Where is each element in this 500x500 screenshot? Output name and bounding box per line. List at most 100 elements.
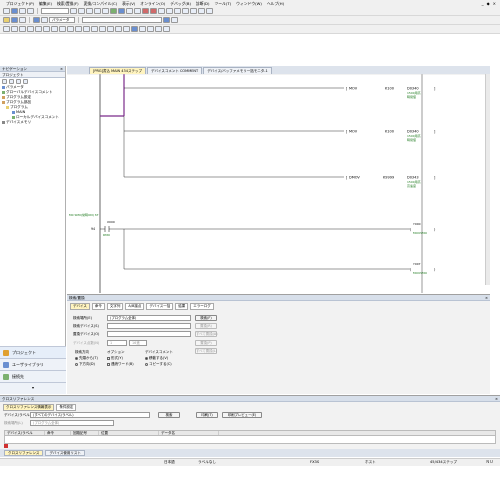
menu-view[interactable]: 表示(V) xyxy=(122,1,135,7)
rung1-instr[interactable]: MOV xyxy=(349,87,358,91)
vline-icon[interactable] xyxy=(59,26,66,32)
col-symbol[interactable]: 回路記号 xyxy=(71,431,99,435)
undo-icon[interactable] xyxy=(94,8,101,14)
paste-icon[interactable] xyxy=(86,8,93,14)
copy-icon[interactable] xyxy=(78,8,85,14)
parallel-a-icon[interactable] xyxy=(19,26,26,32)
folder-icon[interactable] xyxy=(3,17,10,23)
ladder-diagram[interactable]: [ MOV K100 D0340 1500用高 時間値 ] [ MOV K100… xyxy=(67,73,485,293)
falling-icon[interactable] xyxy=(91,26,98,32)
menu-help[interactable]: ヘルプ(H) xyxy=(267,1,284,7)
menu-tool[interactable]: ツール(T) xyxy=(214,1,231,7)
menu-online[interactable]: オンライン(O) xyxy=(140,1,165,7)
layout-icon[interactable] xyxy=(19,17,26,23)
ladder-canvas[interactable]: [ MOV K100 D0340 1500用高 時間値 ] [ MOV K100… xyxy=(67,73,490,293)
toolbar-dropdown[interactable] xyxy=(41,8,69,14)
menu-convert[interactable]: 変換/コンパイル(C) xyxy=(84,1,117,7)
nav-more-icon[interactable]: ▾ xyxy=(0,382,66,394)
tab-cross-reference[interactable]: クロスリファレンス xyxy=(4,450,44,456)
restore-button[interactable]: ◆ xyxy=(487,1,490,6)
replace-device-input[interactable] xyxy=(107,331,191,337)
count-radix-select[interactable]: 16進 xyxy=(129,340,147,346)
xref-close-icon[interactable]: × xyxy=(495,396,498,402)
window-icon[interactable] xyxy=(11,17,18,23)
open-icon[interactable] xyxy=(11,8,18,14)
editor-vertical-scrollbar[interactable] xyxy=(485,74,490,285)
tab-device-monitor[interactable]: デバイス/バッファメモリ一括モニタ-1 xyxy=(203,67,272,74)
toolbar-dropdown-2[interactable] xyxy=(82,17,162,23)
menu-find-replace[interactable]: 検索/置換(F) xyxy=(57,1,79,7)
col-position[interactable]: 位置 xyxy=(99,431,159,435)
stop-monitor-icon[interactable] xyxy=(174,8,181,14)
coil2-address[interactable]: Y007 xyxy=(413,262,421,266)
falling-parallel-icon[interactable] xyxy=(107,26,114,32)
menu-window[interactable]: ウィンドウ(W) xyxy=(236,1,262,7)
invert-icon[interactable] xyxy=(115,26,122,32)
hline-icon[interactable] xyxy=(51,26,58,32)
note-icon[interactable] xyxy=(163,26,170,32)
ladder-icon[interactable] xyxy=(118,8,125,14)
nav-library-button[interactable]: ユーザライブラリ xyxy=(0,358,66,370)
rising-parallel-icon[interactable] xyxy=(99,26,106,32)
tab-string[interactable]: 文字列 xyxy=(106,303,124,310)
tool-icon[interactable] xyxy=(198,8,205,14)
direction-top[interactable]: 先頭から(T) xyxy=(75,356,98,361)
delete-vline-icon[interactable] xyxy=(75,26,82,32)
contact-a-icon[interactable] xyxy=(3,26,10,32)
operation-icon[interactable] xyxy=(123,26,130,32)
param-dropdown[interactable]: パラメータ xyxy=(49,17,75,23)
tab-ab-contact[interactable]: A/B接点 xyxy=(125,303,145,310)
tab-device[interactable]: デバイス xyxy=(70,303,90,310)
nav-tool-icon-4[interactable] xyxy=(23,79,28,84)
xref-find-button[interactable]: 検索 xyxy=(158,412,180,418)
navigation-icon[interactable] xyxy=(33,17,40,23)
xref-device-select[interactable]: (すべてのデバイス/ラベル) xyxy=(30,412,150,418)
print-icon[interactable] xyxy=(27,8,34,14)
tab-device-list[interactable]: デバイス使用リスト xyxy=(45,450,85,456)
rung1-dst[interactable]: D0340 xyxy=(407,87,419,91)
go-icon[interactable] xyxy=(163,17,170,23)
parallel-b-icon[interactable] xyxy=(27,26,34,32)
xref-table[interactable]: デバイス/ラベル 命令 回路記号 位置 データ名 xyxy=(4,430,496,444)
target-select[interactable]: (プログラム全体) xyxy=(107,315,191,321)
xref-place-select[interactable]: (プログラム全体) xyxy=(30,420,114,426)
element-icon[interactable] xyxy=(41,17,48,23)
device-icon[interactable] xyxy=(126,8,133,14)
rung3-dst[interactable]: D0343 xyxy=(407,176,419,180)
monitor-icon[interactable] xyxy=(134,8,141,14)
tree-item-device-memory[interactable]: デバイスメモリ xyxy=(0,120,65,125)
step-icon[interactable] xyxy=(171,17,178,23)
redo-icon[interactable] xyxy=(102,8,109,14)
rising-icon[interactable] xyxy=(83,26,90,32)
nav-tool-icon-3[interactable] xyxy=(16,79,21,84)
coil-icon[interactable] xyxy=(35,26,42,32)
save-icon[interactable] xyxy=(19,8,26,14)
rung2-instr[interactable]: MOV xyxy=(349,130,358,134)
comment-move[interactable]: 移動する(V) xyxy=(145,356,168,361)
statement-icon[interactable] xyxy=(155,26,162,32)
contact-b-icon[interactable] xyxy=(11,26,18,32)
direction-down[interactable]: 下方向(D) xyxy=(75,362,95,367)
write-icon[interactable] xyxy=(142,8,149,14)
comment-copy[interactable]: コピーする(C) xyxy=(145,362,172,367)
minimize-button[interactable]: _ xyxy=(482,1,484,6)
col-instruction[interactable]: 命令 xyxy=(45,431,71,435)
new-icon[interactable] xyxy=(3,8,10,14)
delete-hline-icon[interactable] xyxy=(67,26,74,32)
diag-icon[interactable] xyxy=(190,8,197,14)
find-next-button[interactable]: 検索(F) xyxy=(195,315,217,321)
tab-xref-info[interactable]: クロスリファレンス情報表示 xyxy=(3,404,55,411)
rung1-src[interactable]: K100 xyxy=(385,87,394,91)
watch-icon[interactable] xyxy=(182,8,189,14)
menu-project[interactable]: プロジェクト(P) xyxy=(6,1,34,7)
comment-icon[interactable] xyxy=(147,26,154,32)
rung3-instr[interactable]: DMOV xyxy=(349,176,360,180)
tab-device-batch[interactable]: デバイス一括 xyxy=(146,303,174,310)
menu-debug[interactable]: デバッグ(B) xyxy=(170,1,191,7)
find-device-input[interactable] xyxy=(107,323,191,329)
option-continuous-word[interactable]: 連続ワード(B) xyxy=(107,362,134,367)
nav-connection-button[interactable]: 接続先 xyxy=(0,370,66,382)
tab-main-program[interactable]: [PRG]書込 MAIN 434ステップ xyxy=(89,67,146,74)
cut-icon[interactable] xyxy=(70,8,77,14)
read-icon[interactable] xyxy=(150,8,157,14)
